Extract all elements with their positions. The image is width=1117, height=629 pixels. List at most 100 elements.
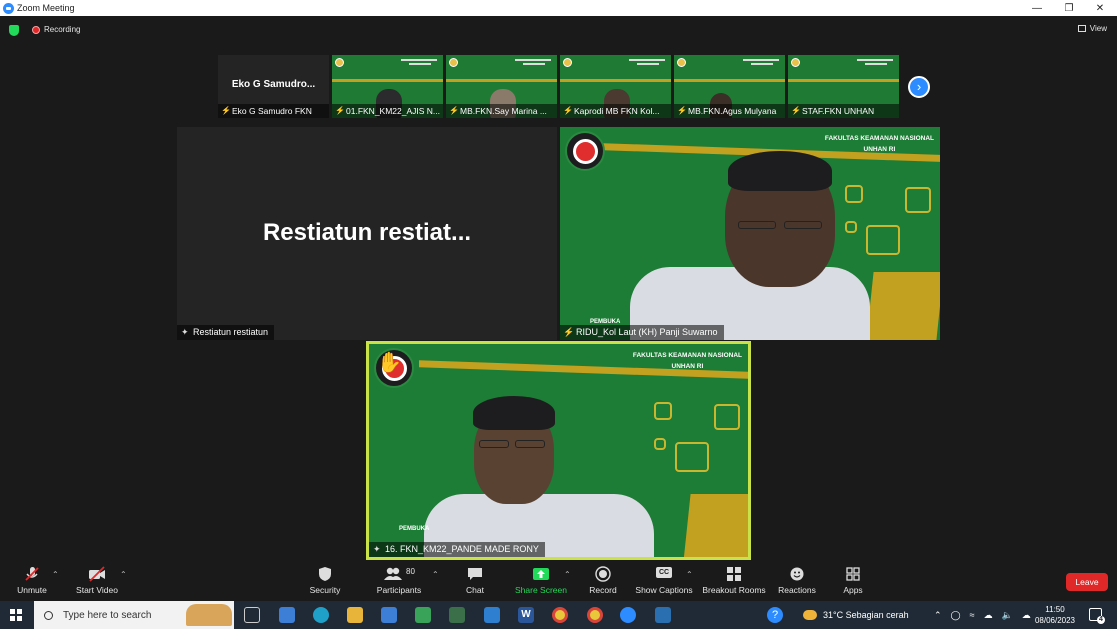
participant-thumbnail[interactable]: Eko G Samudro... Eko G Samudro FKN ⚡ (218, 55, 329, 118)
record-button[interactable]: Record (586, 566, 620, 595)
pin-icon: ✦ (373, 544, 381, 554)
muted-mic-icon: ⚡ (221, 106, 231, 115)
chrome-profile-icon[interactable] (587, 607, 603, 623)
share-screen-button[interactable]: Share Screen (512, 566, 570, 595)
breakout-rooms-icon (702, 566, 766, 582)
participant-tile-panji-suwarno[interactable]: FAKULTAS KEAMANAN NASIONAL UNHAN RI PEMB… (560, 127, 940, 340)
participant-thumbnail[interactable]: 01.FKN_KM22_AJIS N... ⚡ (332, 55, 443, 118)
store-icon[interactable] (279, 607, 295, 623)
start-video-button[interactable]: Start Video (72, 566, 122, 595)
thumbnail-label: STAF.FKN UNHAN (788, 104, 899, 118)
windows-start-icon[interactable] (10, 609, 22, 621)
unhan-emblem-icon (565, 131, 605, 171)
cloud-icon[interactable]: ☁ (984, 610, 993, 621)
muted-mic-icon: ⚡ (677, 106, 687, 115)
shield-icon[interactable] (9, 25, 19, 36)
photos-icon[interactable] (655, 607, 671, 623)
tripadvisor-icon[interactable] (449, 607, 465, 623)
participants-icon: 80 (372, 566, 426, 582)
share-screen-icon (512, 566, 570, 582)
minimize-icon[interactable]: — (1022, 0, 1052, 16)
help-icon[interactable]: ? (767, 607, 783, 623)
volume-icon[interactable]: 🔈 (1002, 610, 1013, 621)
participant-thumbnail[interactable]: MB.FKN.Say Marina ... ⚡ (446, 55, 557, 118)
zoom-logo-icon (3, 2, 14, 14)
edge-icon[interactable] (313, 607, 329, 623)
restore-icon[interactable]: ❐ (1054, 0, 1084, 16)
raised-hand-icon: ✋ (377, 352, 402, 374)
file-explorer-icon[interactable] (347, 607, 363, 623)
recording-label: Recording (44, 25, 81, 34)
apps-button[interactable]: Apps (836, 566, 870, 595)
participant-tile-pande-made-rony[interactable]: ✋ FAKULTAS KEAMANAN NASIONAL UNHAN RI PE… (366, 341, 751, 560)
thumbnail-label: MB.FKN.Say Marina ... (446, 104, 557, 118)
taskbar-search[interactable]: Type here to search (34, 601, 234, 629)
word-icon[interactable]: W (518, 607, 534, 623)
wifi-icon[interactable]: ≈ (970, 610, 975, 620)
chat-button[interactable]: Chat (458, 566, 492, 595)
weather-widget[interactable]: 31°C Sebagian cerah (803, 601, 909, 629)
notifications-icon[interactable]: 4 (1089, 608, 1105, 624)
muted-mic-icon: ⚡ (563, 106, 573, 115)
chevron-right-icon: › (916, 79, 922, 94)
reactions-button[interactable]: Reactions (776, 566, 818, 595)
participant-thumbnail[interactable]: MB.FKN.Agus Mulyana ⚡ (674, 55, 785, 118)
tile-label: ✦ Restiatun restiatun (177, 325, 275, 340)
muted-mic-icon: ⚡ (563, 327, 575, 337)
thumbnail-label: MB.FKN.Agus Mulyana (674, 104, 785, 118)
unhan-logo-icon (335, 58, 344, 67)
mail-icon[interactable] (484, 607, 500, 623)
green-app-icon[interactable] (415, 607, 431, 623)
captions-options-caret[interactable]: ⌃ (686, 570, 693, 579)
windows-taskbar: Type here to search W ? 31°C Sebagian ce… (0, 601, 1117, 629)
unhan-logo-icon (791, 58, 800, 67)
audio-options-caret[interactable]: ⌃ (52, 570, 59, 579)
unmute-button[interactable]: Unmute (12, 566, 52, 595)
close-icon[interactable]: ✕ (1085, 0, 1115, 16)
show-captions-button[interactable]: CC Show Captions (634, 566, 694, 595)
weather-icon (803, 610, 817, 620)
meeting-toolbar: Unmute ⌃ Start Video ⌃ Security 80 Parti… (0, 563, 1117, 601)
taskbar-clock[interactable]: 11:50 08/06/2023 (1030, 604, 1080, 626)
view-label: View (1089, 24, 1107, 33)
zoom-taskbar-icon[interactable] (620, 607, 636, 623)
security-button[interactable]: Security (302, 566, 348, 595)
thumbnail-label: Eko G Samudro FKN (218, 104, 329, 118)
participants-button[interactable]: 80 Participants (372, 566, 426, 595)
muted-mic-icon: ⚡ (335, 106, 345, 115)
tile-label-text: RIDU_Kol Laut (KH) Panji Suwarno (576, 327, 718, 337)
participants-options-caret[interactable]: ⌃ (432, 570, 439, 579)
video-options-caret[interactable]: ⌃ (120, 570, 127, 579)
pin-icon: ✦ (181, 327, 189, 337)
participant-tile-restiatun[interactable]: Restiatun restiat... ✦ Restiatun restiat… (177, 127, 557, 340)
unhan-logo-icon (677, 58, 686, 67)
dropbox-icon[interactable] (381, 607, 397, 623)
weather-text: 31°C Sebagian cerah (823, 610, 909, 620)
system-tray[interactable]: ⌃ ◯ ≈ ☁ 🔈 ☁ (934, 601, 1031, 629)
share-options-caret[interactable]: ⌃ (564, 570, 571, 579)
participants-count: 80 (406, 567, 415, 576)
slide-caption: PEMBUKA (399, 526, 430, 532)
meeting-info-bar: Recording View (0, 16, 1117, 46)
view-button[interactable]: View (1077, 24, 1107, 33)
security-shield-icon (302, 566, 348, 582)
record-dot-icon (32, 25, 40, 34)
breakout-rooms-button[interactable]: Breakout Rooms (702, 566, 766, 595)
apps-icon (836, 566, 870, 582)
tile-display-name: Restiatun restiat... (262, 219, 472, 246)
muted-mic-icon: ⚡ (791, 106, 801, 115)
search-highlight-image (186, 604, 232, 626)
meet-now-icon[interactable]: ◯ (951, 610, 961, 621)
participant-thumbnail[interactable]: Kaprodi MB FKN Kol... ⚡ (560, 55, 671, 118)
participant-thumbnail[interactable]: STAF.FKN UNHAN ⚡ (788, 55, 899, 118)
leave-button[interactable]: Leave (1066, 573, 1108, 591)
thumbnail-label: Kaprodi MB FKN Kol... (560, 104, 671, 118)
recording-indicator[interactable]: Recording (32, 25, 80, 34)
muted-mic-icon: ⚡ (449, 106, 459, 115)
thumbnail-display-name: Eko G Samudro... (231, 79, 316, 90)
chevron-up-icon[interactable]: ⌃ (934, 610, 942, 621)
next-page-button[interactable]: › (908, 76, 930, 98)
task-view-icon[interactable] (244, 607, 260, 623)
reactions-smiley-icon (776, 566, 818, 582)
chrome-icon[interactable] (552, 607, 568, 623)
